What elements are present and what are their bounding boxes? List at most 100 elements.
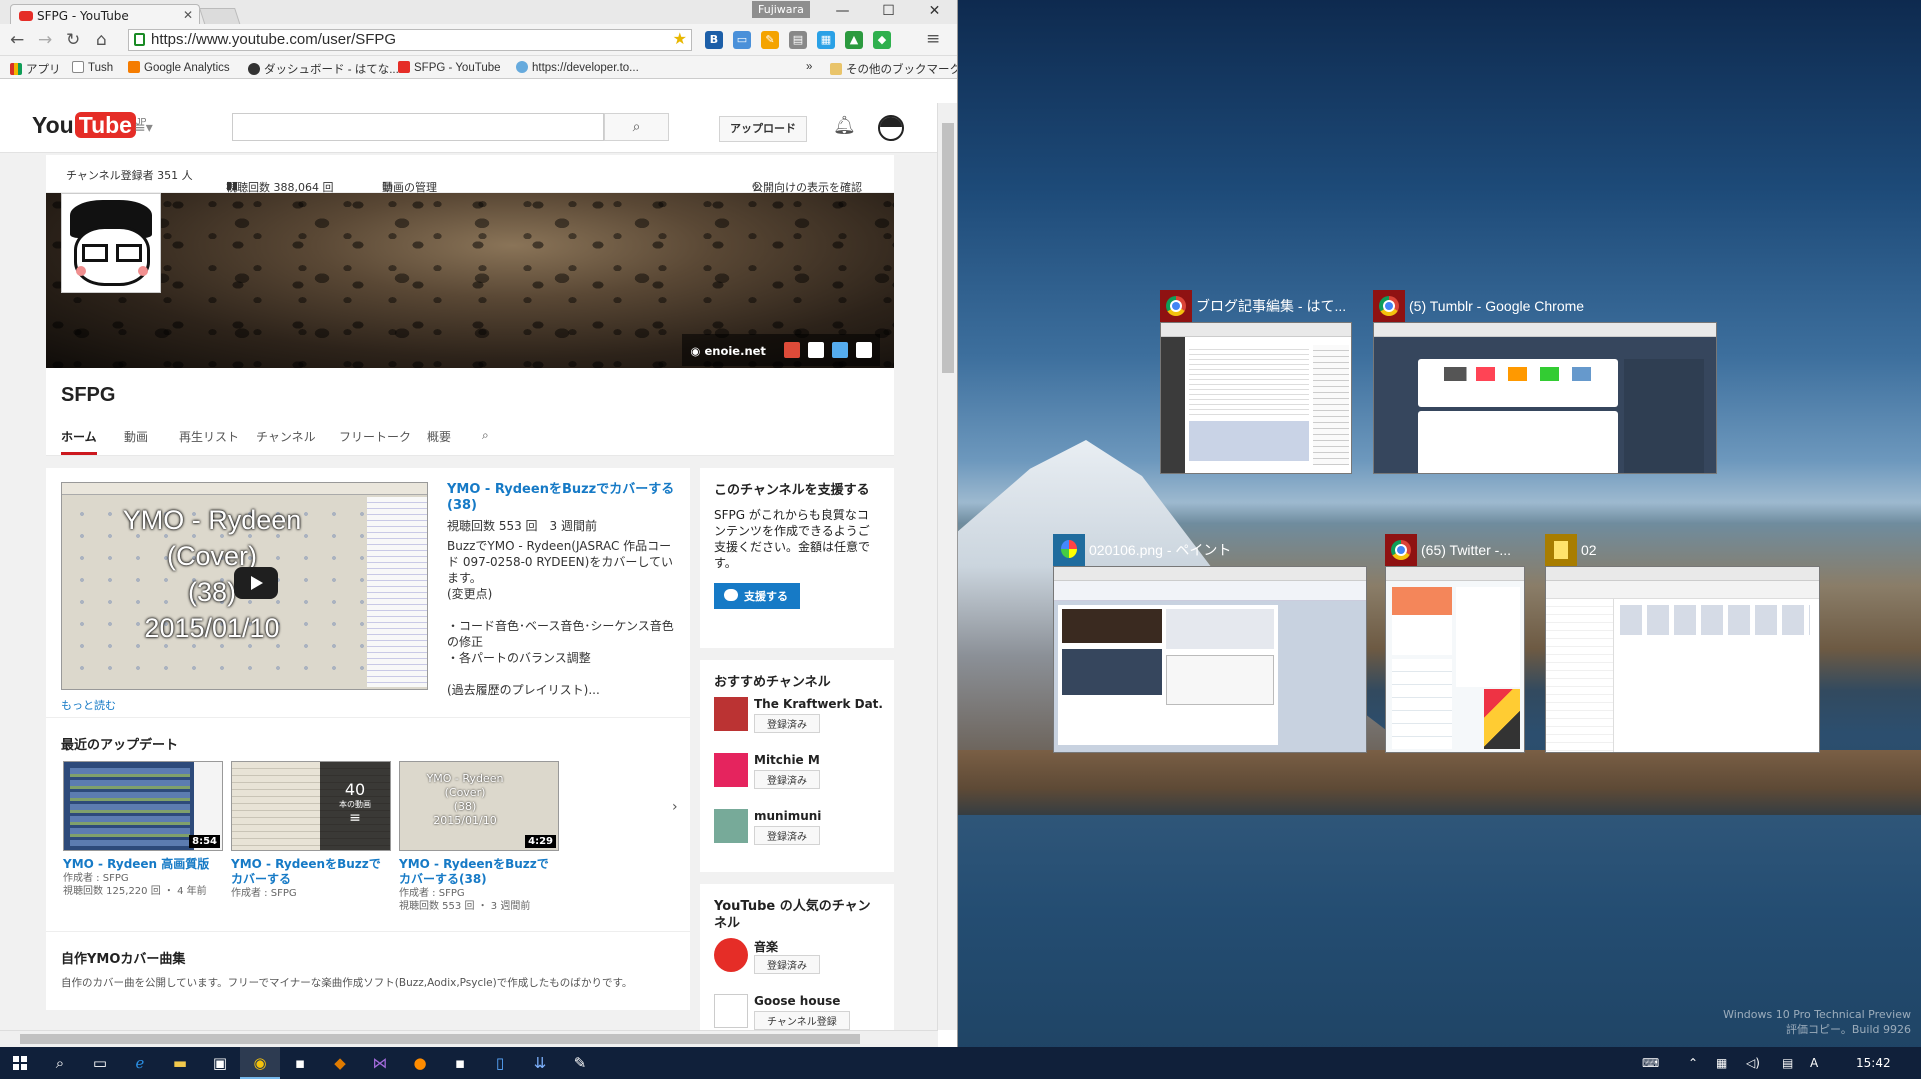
channel-search-icon[interactable]: ⌕ bbox=[482, 428, 489, 443]
browser-tab[interactable]: SFPG - YouTube ✕ bbox=[10, 4, 200, 26]
maximize-button[interactable]: ☐ bbox=[866, 0, 911, 22]
clock[interactable]: 15:42 bbox=[1856, 1047, 1891, 1079]
subscribed-button[interactable]: 登録済み bbox=[754, 770, 820, 789]
twitter-icon[interactable] bbox=[831, 342, 848, 358]
guide-menu-icon[interactable]: ≡▾ bbox=[134, 120, 153, 136]
ie-taskbar-button[interactable]: ℯ bbox=[120, 1047, 160, 1079]
horizontal-scrollbar[interactable] bbox=[0, 1030, 938, 1047]
channel-name-link[interactable]: Goose house bbox=[754, 994, 884, 1008]
home-icon[interactable]: ⌂ bbox=[96, 30, 107, 50]
visual-studio-taskbar-button[interactable]: ⋈ bbox=[360, 1047, 400, 1079]
avatar-link-icon[interactable] bbox=[807, 342, 824, 358]
start-button[interactable] bbox=[0, 1047, 40, 1079]
account-avatar[interactable] bbox=[878, 115, 904, 141]
show-hidden-icons-icon[interactable]: ⌃ bbox=[1688, 1047, 1698, 1079]
search-button[interactable]: ⌕ bbox=[604, 113, 669, 141]
search-taskbar-button[interactable]: ⌕ bbox=[40, 1047, 80, 1079]
read-more-link[interactable]: もっと読む bbox=[61, 697, 116, 713]
minimize-button[interactable]: — bbox=[820, 0, 865, 22]
explorer-taskbar-button[interactable]: ▬ bbox=[160, 1047, 200, 1079]
youtube-logo[interactable]: You Tube JP bbox=[32, 112, 146, 139]
video-thumbnail[interactable]: YMO - Rydeen (Cover) (38) 2015/01/10 4:29 bbox=[399, 761, 559, 851]
app-taskbar-button[interactable]: ⇊ bbox=[520, 1047, 560, 1079]
upload-button[interactable]: アップロード bbox=[719, 116, 807, 142]
bookmark-star-icon[interactable]: ★ bbox=[673, 29, 687, 49]
tab-playlists[interactable]: 再生リスト bbox=[179, 428, 239, 445]
extension-icon[interactable]: ▦ bbox=[817, 31, 835, 49]
menu-icon[interactable]: ≡ bbox=[926, 29, 940, 49]
tab-videos[interactable]: 動画 bbox=[124, 428, 148, 445]
play-button-icon[interactable] bbox=[234, 567, 278, 599]
ime-indicator[interactable]: A bbox=[1810, 1047, 1818, 1079]
tab-about[interactable]: 概要 bbox=[427, 428, 451, 445]
back-icon[interactable]: ← bbox=[10, 30, 24, 50]
playlist-thumbnail[interactable]: 40 本の動画 ≡ bbox=[231, 761, 391, 851]
subscribed-button[interactable]: 登録済み bbox=[754, 826, 820, 845]
notification-bell-icon[interactable]: 🔔︎ bbox=[833, 115, 856, 136]
tab-channels[interactable]: チャンネル bbox=[256, 428, 316, 445]
drive-icon[interactable]: ▲ bbox=[845, 31, 863, 49]
reload-icon[interactable]: ↻ bbox=[66, 30, 80, 50]
paint-taskbar-button[interactable]: ✎ bbox=[560, 1047, 600, 1079]
extension-icon[interactable]: ◆ bbox=[873, 31, 891, 49]
vertical-scrollbar[interactable] bbox=[937, 103, 957, 1030]
playlist-title[interactable]: YMO - RydeenをBuzzでカバーする bbox=[231, 857, 391, 887]
channel-name-link[interactable]: munimuni bbox=[754, 809, 884, 823]
channel-item[interactable]: The Kraftwerk Dat... 登録済み bbox=[714, 697, 884, 747]
cmd-taskbar-button[interactable]: ▪ bbox=[440, 1047, 480, 1079]
bookmark-sfpg-youtube[interactable]: SFPG - YouTube bbox=[398, 61, 501, 74]
subscribed-button[interactable]: 登録済み bbox=[754, 955, 820, 974]
chrome-taskbar-button[interactable]: ◉ bbox=[240, 1047, 280, 1079]
store-taskbar-button[interactable]: ▣ bbox=[200, 1047, 240, 1079]
google-plus-icon[interactable] bbox=[783, 342, 800, 358]
tab-close-icon[interactable]: ✕ bbox=[183, 8, 193, 22]
app-taskbar-button[interactable]: ▯ bbox=[480, 1047, 520, 1079]
firefox-taskbar-button[interactable]: ● bbox=[400, 1047, 440, 1079]
subscribed-button[interactable]: 登録済み bbox=[754, 714, 820, 733]
address-bar[interactable]: https://www.youtube.com/user/SFPG ★ bbox=[128, 29, 692, 51]
video-title[interactable]: YMO - Rydeen 高画質版 bbox=[63, 857, 223, 872]
video-card[interactable]: YMO - Rydeen (Cover) (38) 2015/01/10 4:29 Y… bbox=[399, 761, 559, 913]
banner-link-website[interactable]: enoie.net bbox=[704, 344, 765, 358]
video-thumbnail[interactable]: 8:54 bbox=[63, 761, 223, 851]
channel-item[interactable]: Goose house チャンネル登録 bbox=[714, 994, 880, 1030]
volume-icon[interactable]: ◁) bbox=[1746, 1047, 1760, 1079]
video-card[interactable]: 8:54 YMO - Rydeen 高画質版 作成者 : SFPG 視聴回数 1… bbox=[63, 761, 223, 898]
channel-name-link[interactable]: Mitchie M bbox=[754, 753, 884, 767]
shelf-next-arrow-icon[interactable]: › bbox=[672, 799, 678, 815]
support-button[interactable]: 支援する bbox=[714, 583, 800, 609]
task-view-button[interactable]: ▭ bbox=[80, 1047, 120, 1079]
playlist-card[interactable]: 40 本の動画 ≡ YMO - RydeenをBuzzでカバーする 作成者 : … bbox=[231, 761, 391, 900]
extension-icon[interactable]: ✎ bbox=[761, 31, 779, 49]
featured-video-thumbnail[interactable]: YMO - Rydeen (Cover) (38) 2015/01/10 bbox=[61, 482, 428, 690]
hatena-extension-icon[interactable]: B bbox=[705, 31, 723, 49]
channel-name-link[interactable]: The Kraftwerk Dat... bbox=[754, 697, 884, 711]
tab-discussion[interactable]: フリートーク bbox=[339, 428, 411, 445]
search-input[interactable] bbox=[232, 113, 604, 141]
bookmark-tush[interactable]: Tush bbox=[72, 61, 113, 74]
channel-name-link[interactable]: 音楽 bbox=[754, 938, 884, 955]
cmd-taskbar-button[interactable]: ▪ bbox=[280, 1047, 320, 1079]
channel-item[interactable]: 音楽 登録済み bbox=[714, 938, 880, 988]
extension-icon[interactable]: ▭ bbox=[733, 31, 751, 49]
forward-icon[interactable]: → bbox=[38, 30, 52, 50]
channel-item[interactable]: Mitchie M 登録済み bbox=[714, 753, 880, 803]
profile-badge[interactable]: Fujiwara bbox=[752, 1, 810, 18]
video-title[interactable]: YMO - RydeenをBuzzでカバーする(38) bbox=[399, 857, 559, 887]
bookmark-hatena-dashboard[interactable]: ダッシュボード - はてな... bbox=[248, 61, 399, 77]
extension-icon[interactable]: ▤ bbox=[789, 31, 807, 49]
channel-item[interactable]: munimuni 登録済み bbox=[714, 809, 880, 859]
network-icon[interactable]: ▦ bbox=[1716, 1047, 1727, 1079]
bookmark-apps[interactable]: アプリ bbox=[10, 61, 61, 77]
bookmarks-overflow-button[interactable]: » bbox=[806, 61, 812, 73]
bookmark-developer[interactable]: https://developer.to... bbox=[516, 61, 639, 74]
close-button[interactable]: ✕ bbox=[912, 0, 957, 22]
keyboard-icon[interactable]: ⌨ bbox=[1642, 1047, 1659, 1079]
featured-video-title[interactable]: YMO - RydeenをBuzzでカバーする(38) bbox=[447, 482, 681, 514]
action-center-icon[interactable]: ▤ bbox=[1782, 1047, 1793, 1079]
other-bookmarks-folder[interactable]: その他のブックマーク bbox=[830, 61, 957, 77]
bookmark-google-analytics[interactable]: Google Analytics bbox=[128, 61, 230, 74]
subscribe-button[interactable]: チャンネル登録 bbox=[754, 1011, 850, 1030]
app-taskbar-button[interactable]: ◆ bbox=[320, 1047, 360, 1079]
tab-home[interactable]: ホーム bbox=[61, 428, 97, 455]
